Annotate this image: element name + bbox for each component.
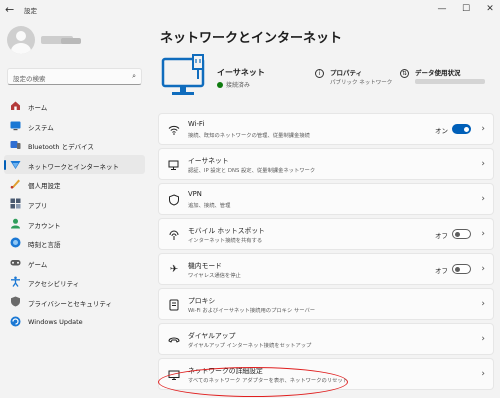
ethernet-icon (168, 159, 180, 171)
user-name-redacted-2 (61, 38, 81, 44)
wifi-toggle-label: オン (435, 127, 448, 135)
hotspot-toggle[interactable] (452, 229, 471, 239)
search-icon: ⌕ (132, 72, 136, 80)
connection-name: イーサネット (217, 68, 265, 77)
chevron-right-icon: › (481, 194, 485, 204)
dialup-icon (168, 334, 180, 346)
connection-summary: イーサネット 接続済み i プロパティ パブリック ネットワーク ⇅ データ使用… (160, 53, 490, 109)
settings-list: Wi-Fi 接続、既知のネットワークの管理、従量制課金接続 オン › イーサネッ… (158, 113, 494, 393)
sidebar-item-home[interactable]: ホーム (4, 96, 145, 116)
ethernet-large-icon (160, 53, 210, 103)
sidebar-item-account[interactable]: アカウント (4, 214, 145, 234)
account-icon (10, 218, 21, 229)
hotspot-toggle-label: オフ (435, 232, 448, 240)
sidebar-nav: ホーム システム Bluetooth とデバイス ネットワークとインターネット … (4, 96, 145, 331)
maximize-button[interactable]: ☐ (458, 2, 474, 16)
sidebar-item-network[interactable]: ネットワークとインターネット (4, 154, 145, 175)
data-usage-icon: ⇅ (400, 69, 409, 78)
privacy-icon (10, 296, 21, 307)
system-icon (10, 120, 21, 131)
card-dialup[interactable]: ダイヤルアップ ダイヤルアップ インターネット接続をセットアップ › (158, 323, 494, 355)
card-advanced-network[interactable]: ネットワークの詳細設定 すべてのネットワーク アダプターを表示、ネットワークのリ… (158, 358, 494, 390)
data-usage-redacted (415, 79, 485, 84)
search-placeholder: 設定の検索 (13, 75, 46, 83)
personalization-icon (10, 178, 21, 189)
chevron-right-icon: › (481, 299, 485, 309)
sidebar-item-windows-update[interactable]: Windows Update (4, 312, 145, 332)
card-ethernet[interactable]: イーサネット 認証、IP 設定と DNS 設定、従量制課金ネットワーク › (158, 148, 494, 180)
home-icon (10, 100, 21, 111)
vpn-shield-icon (168, 194, 180, 206)
chevron-right-icon: › (481, 229, 485, 239)
settings-search-input[interactable]: 設定の検索 ⌕ (7, 68, 142, 85)
sidebar-item-gaming[interactable]: ゲーム (4, 253, 145, 273)
close-button[interactable]: ✕ (482, 2, 498, 16)
card-mobile-hotspot[interactable]: モバイル ホットスポット インターネット接続を共有する オフ › (158, 218, 494, 250)
sidebar-item-bluetooth[interactable]: Bluetooth とデバイス (4, 135, 145, 155)
sidebar-item-personalization[interactable]: 個人用設定 (4, 174, 145, 194)
hotspot-icon (168, 229, 180, 241)
card-airplane-mode[interactable]: ✈ 機内モード ワイヤレス通信を停止 オフ › (158, 253, 494, 285)
time-language-icon (10, 237, 21, 248)
apps-icon (10, 198, 21, 209)
wifi-icon (168, 124, 180, 136)
chevron-right-icon: › (481, 264, 485, 274)
window-title: 設定 (24, 7, 37, 15)
card-wifi[interactable]: Wi-Fi 接続、既知のネットワークの管理、従量制課金接続 オン › (158, 113, 494, 145)
connection-status: 接続済み (217, 80, 250, 89)
card-vpn[interactable]: VPN 追加、接続、管理 › (158, 183, 494, 215)
chevron-right-icon: › (481, 369, 485, 379)
sidebar-item-system[interactable]: システム (4, 116, 145, 136)
advanced-network-icon (168, 369, 180, 381)
airplane-icon: ✈ (169, 264, 179, 275)
accessibility-icon (10, 276, 21, 288)
gaming-icon (10, 257, 21, 268)
wifi-toggle[interactable] (452, 124, 471, 134)
sidebar-item-time-language[interactable]: 時刻と言語 (4, 233, 145, 253)
sidebar-item-privacy[interactable]: プライバシーとセキュリティ (4, 292, 145, 312)
card-proxy[interactable]: プロキシ Wi-Fi およびイーサネット接続用のプロキシ サーバー › (158, 288, 494, 320)
back-arrow-icon[interactable]: ← (5, 3, 19, 17)
airplane-toggle-label: オフ (435, 267, 448, 275)
title-bar: ← 設定 — ☐ ✕ (0, 0, 500, 20)
sidebar-item-apps[interactable]: アプリ (4, 194, 145, 214)
connected-icon (217, 82, 223, 88)
update-icon (10, 316, 21, 327)
chevron-right-icon: › (481, 334, 485, 344)
chevron-right-icon: › (481, 124, 485, 134)
minimize-button[interactable]: — (434, 2, 450, 16)
bluetooth-icon (10, 139, 21, 150)
sidebar-item-accessibility[interactable]: アクセシビリティ (4, 272, 145, 292)
chevron-right-icon: › (481, 159, 485, 169)
proxy-icon (168, 299, 180, 311)
avatar (7, 26, 35, 54)
info-icon: i (315, 69, 324, 78)
network-icon (10, 159, 21, 170)
airplane-toggle[interactable] (452, 264, 471, 274)
page-title: ネットワークとインターネット (160, 31, 343, 46)
